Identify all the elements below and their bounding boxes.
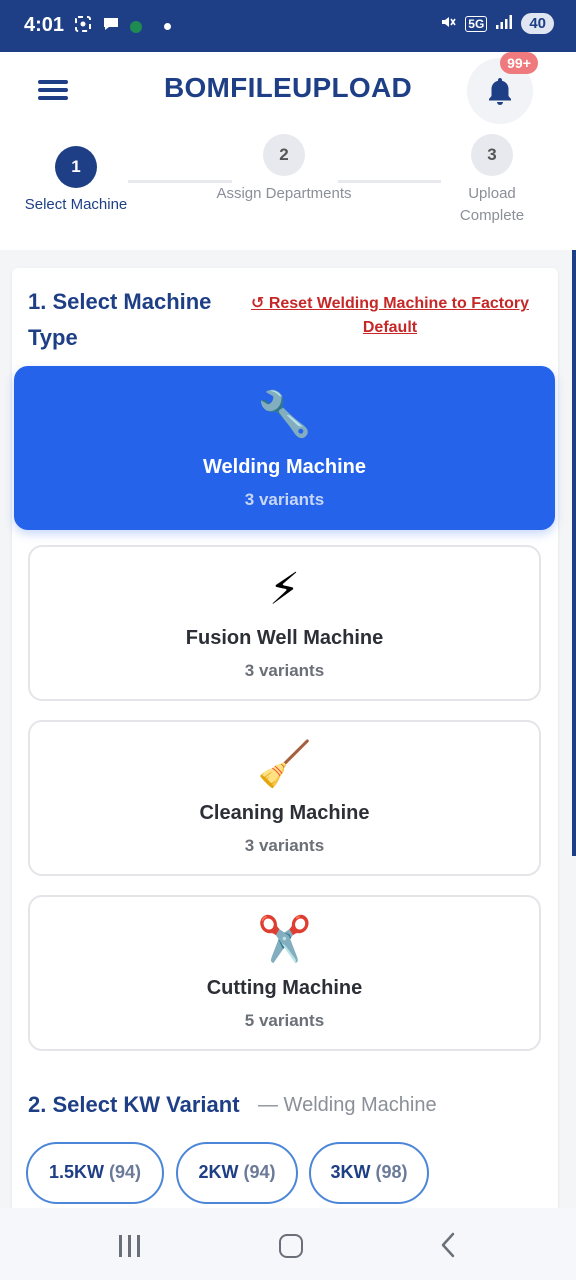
step-3-label: Upload Complete: [459, 185, 525, 224]
app-indicator-icon: [130, 20, 142, 33]
machine-name: Cleaning Machine: [199, 802, 370, 824]
status-notification-icons: [74, 15, 171, 38]
step-3-circle[interactable]: 3: [471, 134, 513, 176]
scissors-icon: ✂️: [257, 915, 312, 964]
system-navigation-bar: [0, 1208, 576, 1280]
status-time: 4:01: [24, 14, 65, 36]
section-title-kw-variant: 2. Select KW Variant: [28, 1092, 240, 1117]
machine-variant-count: 3 variants: [244, 836, 325, 855]
battery-icon: 40: [521, 13, 554, 34]
wrench-icon: 🔧: [257, 390, 312, 439]
machine-name: Cutting Machine: [206, 977, 363, 999]
kw-variant-2kw-button[interactable]: 2KW (94): [176, 1142, 298, 1204]
kw-count: (98): [375, 1162, 408, 1182]
machine-name: Welding Machine: [203, 456, 366, 478]
status-bar: 4:01 5G 40: [0, 0, 576, 52]
machine-card-cleaning[interactable]: 🧹 Cleaning Machine 3 variants: [28, 720, 541, 876]
kw-variant-3kw-button[interactable]: 3KW (98): [309, 1142, 429, 1204]
bell-icon: [489, 78, 511, 105]
step-1-circle[interactable]: 1: [55, 146, 97, 188]
network-type-icon: 5G: [465, 15, 488, 32]
machine-variant-count: 3 variants: [244, 490, 325, 509]
recent-apps-icon[interactable]: [119, 1235, 141, 1257]
status-system-icons: 5G 40: [439, 13, 554, 34]
reset-factory-default-link[interactable]: ↺ Reset Welding Machine to Factory Defau…: [238, 292, 542, 340]
kw-label: 1.5KW: [48, 1162, 104, 1182]
kw-label: 2KW: [198, 1162, 239, 1182]
notification-badge: 99+: [500, 52, 538, 74]
machine-card-welding[interactable]: 🔧 Welding Machine 3 variants: [14, 366, 555, 530]
step-2-circle[interactable]: 2: [263, 134, 305, 176]
home-icon[interactable]: [279, 1234, 303, 1258]
kw-variant-1-5kw-button[interactable]: 1.5KW (94): [26, 1142, 164, 1204]
lightning-icon: ⚡: [269, 565, 300, 614]
chat-icon: [102, 16, 120, 37]
machine-name: Fusion Well Machine: [185, 627, 384, 649]
machine-card-cutting[interactable]: ✂️ Cutting Machine 5 variants: [28, 895, 541, 1051]
selected-machine-subtitle: — Welding Machine: [258, 1094, 437, 1116]
kw-count: (94): [109, 1162, 142, 1182]
more-notifications-dot-icon: [164, 23, 171, 30]
back-icon[interactable]: [440, 1232, 456, 1258]
broom-icon: 🧹: [257, 740, 312, 789]
kw-label: 3KW: [330, 1162, 371, 1182]
section-title-machine-type: 1. Select Machine Type: [28, 289, 212, 350]
machine-card-fusion-well[interactable]: ⚡ Fusion Well Machine 3 variants: [28, 545, 541, 701]
screenshot-icon: [74, 15, 92, 38]
machine-variant-count: 3 variants: [244, 661, 325, 680]
kw-count: (94): [243, 1162, 276, 1182]
signal-icon: [495, 14, 513, 33]
app-header: BOMFILEUPLOAD: [0, 52, 576, 124]
step-2-label: Assign Departments: [216, 185, 352, 202]
machine-variant-count: 5 variants: [244, 1011, 325, 1030]
scrollbar[interactable]: [572, 250, 576, 856]
step-1-label: Select Machine: [24, 196, 128, 213]
mute-icon: [439, 13, 457, 34]
progress-stepper: 1 Select Machine 2 Assign Departments 3 …: [0, 130, 576, 250]
